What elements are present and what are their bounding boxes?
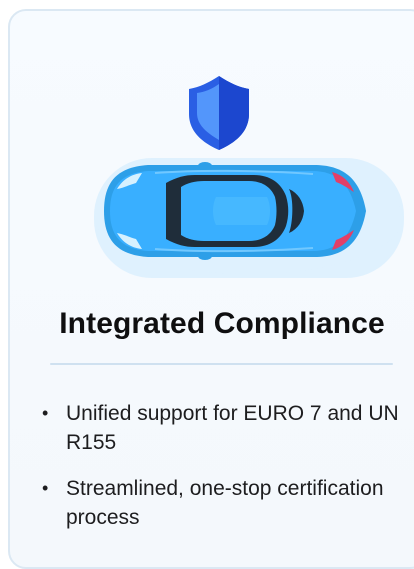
feature-list-item: • Unified support for EURO 7 and UN R155 (40, 399, 414, 457)
shield-icon (189, 76, 249, 150)
feature-list: • Unified support for EURO 7 and UN R155… (40, 399, 414, 549)
compliance-card: Integrated Compliance • Unified support … (8, 9, 414, 569)
car-top-view-icon (104, 162, 366, 260)
card-title: Integrated Compliance (59, 307, 385, 340)
title-divider (50, 363, 393, 365)
feature-list-item: • Streamlined, one-stop certification pr… (40, 474, 414, 532)
feature-text: Unified support for EURO 7 and UN R155 (66, 402, 399, 454)
feature-text: Streamlined, one-stop certification proc… (66, 477, 384, 529)
bullet-icon: • (42, 403, 49, 423)
bullet-icon: • (42, 478, 49, 498)
car-illustration (94, 76, 404, 278)
